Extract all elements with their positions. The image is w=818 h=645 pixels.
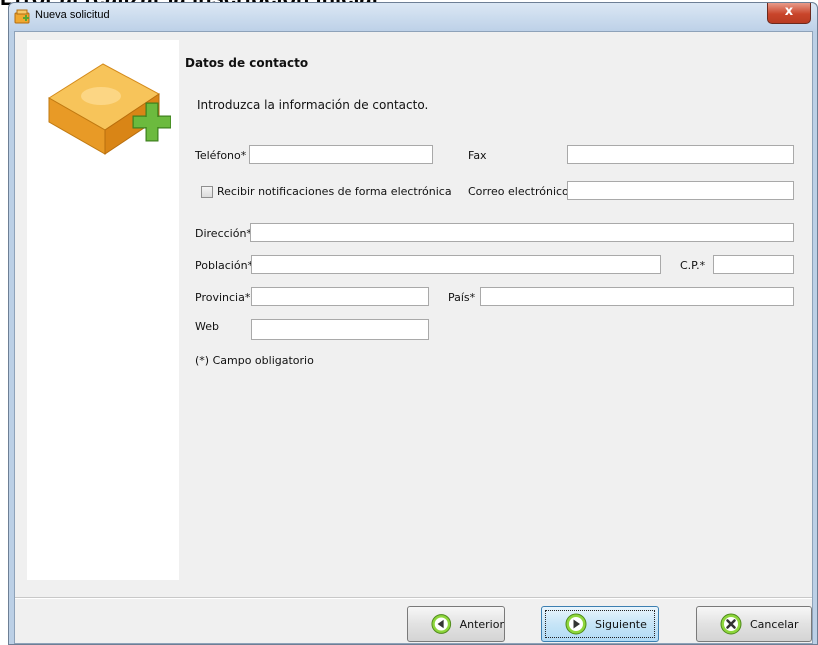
anterior-button[interactable]: Anterior [407,606,505,642]
poblacion-input[interactable] [251,255,661,274]
siguiente-button[interactable]: Siguiente [541,606,659,642]
provincia-label: Provincia* [195,291,251,304]
dialog-client-area: Datos de contacto Introduzca la informac… [14,31,813,644]
left-image-panel [27,40,179,580]
notificaciones-checkbox[interactable] [201,186,213,198]
cancelar-button[interactable]: Cancelar [696,606,812,642]
direccion-input[interactable] [250,223,794,242]
cancelar-label: Cancelar [750,617,799,631]
cp-input[interactable] [713,255,794,274]
focus-ring [545,610,655,638]
close-icon: x [784,4,794,19]
cp-label: C.P.* [680,259,706,272]
web-input[interactable] [251,319,429,340]
required-note: (*) Campo obligatorio [195,354,314,367]
web-label: Web [195,320,219,333]
direccion-label: Dirección* [195,227,252,240]
new-request-box-icon [48,63,171,155]
footer-separator [15,597,812,599]
correo-input[interactable] [567,181,794,200]
notificaciones-label: Recibir notificaciones de forma electrón… [217,185,452,198]
window-title: Nueva solicitud [35,9,110,21]
close-button[interactable]: x [767,3,811,24]
telefono-label: Teléfono* [195,149,247,162]
dialog-window: Nueva solicitud x Datos de contacto Intr… [8,2,818,645]
anterior-label: Anterior [459,617,504,631]
fax-label: Fax [468,149,487,162]
provincia-input[interactable] [251,287,429,306]
fax-input[interactable] [567,145,794,164]
cancel-x-icon [720,613,742,635]
arrow-left-icon [431,614,452,634]
section-title: Datos de contacto [185,56,309,70]
correo-label: Correo electrónico* [468,185,575,198]
pais-label: País* [448,291,476,304]
poblacion-label: Población* [195,259,254,272]
app-icon [14,9,30,24]
intro-text: Introduzca la información de contacto. [197,98,429,112]
telefono-input[interactable] [249,145,433,164]
pais-input[interactable] [480,287,794,306]
title-bar[interactable]: Nueva solicitud x [9,3,817,31]
